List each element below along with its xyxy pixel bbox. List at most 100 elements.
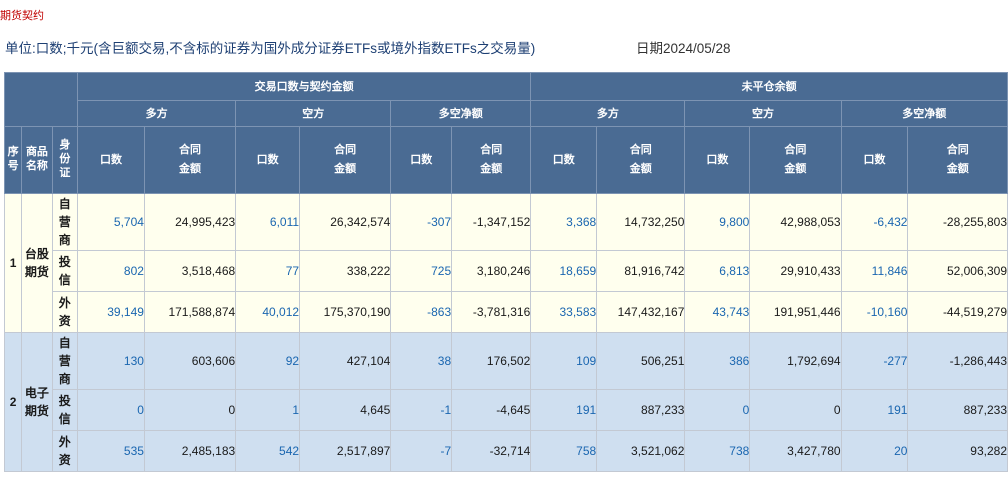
amount-cell: 603,606: [143, 332, 237, 390]
amount-cell: 26,342,574: [299, 193, 392, 251]
lots-cell[interactable]: 0: [77, 389, 145, 431]
identity-label: 外资: [58, 296, 71, 328]
lots-cell[interactable]: 11,846: [840, 250, 909, 292]
lots-cell[interactable]: 542: [235, 430, 301, 472]
amount-cell: 3,427,780: [749, 430, 842, 472]
header-group-trade: 交易口数与契约金额: [76, 72, 532, 101]
lots-cell[interactable]: 191: [530, 389, 598, 431]
lots-cell[interactable]: -277: [840, 332, 909, 390]
header-seq-text: 序号: [7, 145, 19, 172]
header-lots: 口数: [840, 126, 909, 194]
lots-cell[interactable]: -6,432: [840, 193, 909, 251]
lots-cell[interactable]: 6,813: [684, 250, 751, 292]
amount-cell: -28,255,803: [907, 193, 1008, 251]
header-amount-l2: 金额: [784, 163, 807, 175]
amount-cell: 24,995,423: [143, 193, 237, 251]
identity-label: 外资: [58, 435, 71, 467]
lots-cell[interactable]: 9,800: [684, 193, 751, 251]
header-amount-l1: 合同: [179, 144, 202, 156]
table-body: 1 台股 期货 自营商 5,704 24,995,423 6,011 26,342,574 -3…: [3, 193, 1008, 472]
table-row: 投信 0 0 1 4,645 -1 -4,645 191 887,233 0 0 191 887,233: [5, 389, 1008, 431]
amount-cell: 887,233: [596, 389, 686, 431]
amount-cell: -3,781,316: [451, 291, 532, 333]
header-identity: 身份证: [51, 126, 79, 194]
amount-cell: 3,180,246: [451, 250, 532, 292]
lots-cell[interactable]: 40,012: [235, 291, 301, 333]
amount-cell: 14,732,250: [596, 193, 686, 251]
lots-cell[interactable]: 43,743: [684, 291, 751, 333]
header-lots: 口数: [684, 126, 751, 194]
lots-cell[interactable]: 191: [840, 389, 909, 431]
header-oi-long: 多方: [530, 100, 686, 127]
header-lots: 口数: [530, 126, 598, 194]
amount-cell: 2,517,897: [299, 430, 392, 472]
product-name-line2: 期货: [24, 265, 49, 279]
identity-label: 自营商: [58, 336, 71, 386]
amount-cell: -4,645: [451, 389, 532, 431]
header-amount-l1: 合同: [334, 144, 357, 156]
header-amount: 合同 金额: [749, 126, 842, 194]
lots-cell[interactable]: 130: [77, 332, 145, 390]
header-amount: 合同 金额: [596, 126, 686, 194]
amount-cell: 3,521,062: [596, 430, 686, 472]
lots-cell[interactable]: 5,704: [77, 193, 145, 251]
amount-cell: 93,282: [907, 430, 1008, 472]
lots-cell[interactable]: -7: [390, 430, 453, 472]
lots-cell[interactable]: -10,160: [840, 291, 909, 333]
header-trade-short: 空方: [235, 100, 392, 127]
lots-cell[interactable]: 3,368: [530, 193, 598, 251]
header-oi-net: 多空净额: [840, 100, 1008, 127]
breadcrumb[interactable]: 期货契约: [0, 7, 44, 23]
lots-cell[interactable]: 738: [684, 430, 751, 472]
lots-cell[interactable]: -863: [390, 291, 453, 333]
header-amount-l1: 合同: [784, 144, 807, 156]
lots-cell[interactable]: 20: [840, 430, 909, 472]
lots-cell[interactable]: 109: [530, 332, 598, 390]
header-corner: [4, 72, 78, 127]
header-amount-l2: 金额: [334, 163, 357, 175]
header-oi-short: 空方: [684, 100, 842, 127]
amount-cell: 171,588,874: [143, 291, 237, 333]
header-amount-l2: 金额: [480, 163, 503, 175]
lots-cell[interactable]: 725: [390, 250, 453, 292]
lots-cell[interactable]: 77: [235, 250, 301, 292]
date-text: 日期2024/05/28: [636, 41, 731, 56]
amount-cell: 4,645: [299, 389, 392, 431]
amount-cell: 1,792,694: [749, 332, 842, 390]
header-lots: 口数: [390, 126, 453, 194]
lots-cell[interactable]: 802: [77, 250, 145, 292]
amount-cell: 147,432,167: [596, 291, 686, 333]
lots-cell[interactable]: 758: [530, 430, 598, 472]
amount-cell: 81,916,742: [596, 250, 686, 292]
header-amount: 合同 金额: [451, 126, 532, 194]
lots-cell[interactable]: -1: [390, 389, 453, 431]
table-row: 投信 802 3,518,468 77 338,222 725 3,180,246 18,65…: [5, 250, 1008, 292]
amount-cell: 175,370,190: [299, 291, 392, 333]
header-amount-l2: 金额: [946, 163, 969, 175]
lots-cell[interactable]: -307: [390, 193, 453, 251]
unit-description: 单位:口数;千元(含巨额交易,不含标的证券为国外成分证券ETFs或境外指数ETF…: [5, 37, 535, 57]
amount-cell: 3,518,468: [143, 250, 237, 292]
lots-cell[interactable]: 92: [235, 332, 301, 390]
header-seq: 序号: [3, 126, 23, 194]
lots-cell[interactable]: 38: [390, 332, 453, 390]
unit-text: 单位:口数;千元(含巨额交易,不含标的证券为国外成分证券ETFs或境外指数ETF…: [5, 41, 536, 56]
lots-cell[interactable]: 6,011: [235, 193, 301, 251]
amount-cell: 191,951,446: [749, 291, 842, 333]
lots-cell[interactable]: 386: [684, 332, 751, 390]
amount-cell: -1,286,443: [907, 332, 1008, 390]
lots-cell[interactable]: 39,149: [77, 291, 145, 333]
lots-cell[interactable]: 1: [235, 389, 301, 431]
amount-cell: 338,222: [299, 250, 392, 292]
lots-cell[interactable]: 0: [684, 389, 751, 431]
amount-cell: -44,519,279: [907, 291, 1008, 333]
amount-cell: -32,714: [451, 430, 532, 472]
amount-cell: 52,006,309: [907, 250, 1008, 292]
lots-cell[interactable]: 18,659: [530, 250, 598, 292]
identity-cell: 投信: [51, 389, 79, 431]
lots-cell[interactable]: 535: [77, 430, 145, 472]
lots-cell[interactable]: 33,583: [530, 291, 598, 333]
table-row: 外资 535 2,485,183 542 2,517,897 -7 -32,714 758 3,…: [5, 430, 1008, 472]
header-amount-l2: 金额: [179, 163, 202, 175]
amount-cell: -1,347,152: [451, 193, 532, 251]
